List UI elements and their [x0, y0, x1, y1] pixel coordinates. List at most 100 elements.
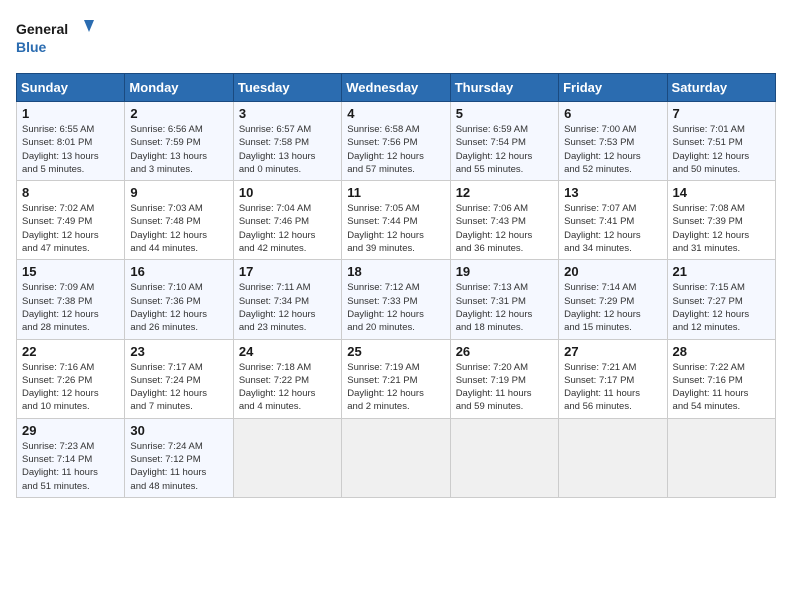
- day-info: Sunrise: 7:08 AM Sunset: 7:39 PM Dayligh…: [673, 202, 770, 255]
- day-info: Sunrise: 7:03 AM Sunset: 7:48 PM Dayligh…: [130, 202, 227, 255]
- day-number: 25: [347, 344, 444, 359]
- day-number: 9: [130, 185, 227, 200]
- day-number: 21: [673, 264, 770, 279]
- day-info: Sunrise: 7:20 AM Sunset: 7:19 PM Dayligh…: [456, 361, 553, 414]
- day-number: 16: [130, 264, 227, 279]
- day-info: Sunrise: 7:02 AM Sunset: 7:49 PM Dayligh…: [22, 202, 119, 255]
- calendar-cell: 1 Sunrise: 6:55 AM Sunset: 8:01 PM Daylig…: [17, 102, 125, 181]
- day-number: 14: [673, 185, 770, 200]
- day-number: 5: [456, 106, 553, 121]
- day-number: 6: [564, 106, 661, 121]
- svg-text:Blue: Blue: [16, 39, 47, 55]
- calendar-header-row: SundayMondayTuesdayWednesdayThursdayFrid…: [17, 74, 776, 102]
- calendar-week-row: 22 Sunrise: 7:16 AM Sunset: 7:26 PM Dayli…: [17, 339, 776, 418]
- day-number: 22: [22, 344, 119, 359]
- day-number: 18: [347, 264, 444, 279]
- svg-text:General: General: [16, 21, 68, 37]
- day-info: Sunrise: 7:09 AM Sunset: 7:38 PM Dayligh…: [22, 281, 119, 334]
- day-info: Sunrise: 7:07 AM Sunset: 7:41 PM Dayligh…: [564, 202, 661, 255]
- calendar-cell: 19 Sunrise: 7:13 AM Sunset: 7:31 PM Dayli…: [450, 260, 558, 339]
- calendar-cell: 14 Sunrise: 7:08 AM Sunset: 7:39 PM Dayli…: [667, 181, 775, 260]
- calendar-cell: 18Sunrise: 7:12 AM Sunset: 7:33 PM Dayli…: [342, 260, 450, 339]
- day-number: 10: [239, 185, 336, 200]
- day-number: 1: [22, 106, 119, 121]
- day-info: Sunrise: 6:58 AM Sunset: 7:56 PM Dayligh…: [347, 123, 444, 176]
- calendar-cell: 17 Sunrise: 7:11 AM Sunset: 7:34 PM Dayli…: [233, 260, 341, 339]
- day-info: Sunrise: 7:18 AM Sunset: 7:22 PM Dayligh…: [239, 361, 336, 414]
- day-info: Sunrise: 7:11 AM Sunset: 7:34 PM Dayligh…: [239, 281, 336, 334]
- calendar-cell: 8 Sunrise: 7:02 AM Sunset: 7:49 PM Daylig…: [17, 181, 125, 260]
- logo: General Blue: [16, 16, 96, 61]
- calendar-week-row: 29 Sunrise: 7:23 AM Sunset: 7:14 PM Dayli…: [17, 418, 776, 497]
- calendar-cell: 15 Sunrise: 7:09 AM Sunset: 7:38 PM Dayli…: [17, 260, 125, 339]
- calendar-cell: 23 Sunrise: 7:17 AM Sunset: 7:24 PM Dayli…: [125, 339, 233, 418]
- day-number: 26: [456, 344, 553, 359]
- day-number: 15: [22, 264, 119, 279]
- calendar-cell: [233, 418, 341, 497]
- calendar-cell: 22 Sunrise: 7:16 AM Sunset: 7:26 PM Dayli…: [17, 339, 125, 418]
- day-info: Sunrise: 7:24 AM Sunset: 7:12 PM Dayligh…: [130, 440, 227, 493]
- column-header-sunday: Sunday: [17, 74, 125, 102]
- calendar-cell: 27Sunrise: 7:21 AM Sunset: 7:17 PM Dayli…: [559, 339, 667, 418]
- day-number: 28: [673, 344, 770, 359]
- day-number: 23: [130, 344, 227, 359]
- day-info: Sunrise: 7:17 AM Sunset: 7:24 PM Dayligh…: [130, 361, 227, 414]
- column-header-wednesday: Wednesday: [342, 74, 450, 102]
- day-number: 29: [22, 423, 119, 438]
- day-info: Sunrise: 6:59 AM Sunset: 7:54 PM Dayligh…: [456, 123, 553, 176]
- calendar-week-row: 1 Sunrise: 6:55 AM Sunset: 8:01 PM Daylig…: [17, 102, 776, 181]
- page-header: General Blue: [16, 16, 776, 61]
- day-info: Sunrise: 7:22 AM Sunset: 7:16 PM Dayligh…: [673, 361, 770, 414]
- calendar-table: SundayMondayTuesdayWednesdayThursdayFrid…: [16, 73, 776, 498]
- calendar-cell: 30 Sunrise: 7:24 AM Sunset: 7:12 PM Dayli…: [125, 418, 233, 497]
- day-info: Sunrise: 7:04 AM Sunset: 7:46 PM Dayligh…: [239, 202, 336, 255]
- calendar-cell: 10 Sunrise: 7:04 AM Sunset: 7:46 PM Dayli…: [233, 181, 341, 260]
- day-number: 30: [130, 423, 227, 438]
- calendar-cell: 25 Sunrise: 7:19 AM Sunset: 7:21 PM Dayli…: [342, 339, 450, 418]
- day-number: 3: [239, 106, 336, 121]
- day-info: Sunrise: 7:10 AM Sunset: 7:36 PM Dayligh…: [130, 281, 227, 334]
- day-number: 12: [456, 185, 553, 200]
- day-number: 8: [22, 185, 119, 200]
- calendar-cell: [559, 418, 667, 497]
- column-header-friday: Friday: [559, 74, 667, 102]
- day-info: Sunrise: 7:05 AM Sunset: 7:44 PM Dayligh…: [347, 202, 444, 255]
- day-info: Sunrise: 7:01 AM Sunset: 7:51 PM Dayligh…: [673, 123, 770, 176]
- calendar-cell: 26 Sunrise: 7:20 AM Sunset: 7:19 PM Dayli…: [450, 339, 558, 418]
- column-header-monday: Monday: [125, 74, 233, 102]
- calendar-cell: 13 Sunrise: 7:07 AM Sunset: 7:41 PM Dayli…: [559, 181, 667, 260]
- day-info: Sunrise: 7:06 AM Sunset: 7:43 PM Dayligh…: [456, 202, 553, 255]
- column-header-tuesday: Tuesday: [233, 74, 341, 102]
- day-info: Sunrise: 7:13 AM Sunset: 7:31 PM Dayligh…: [456, 281, 553, 334]
- calendar-cell: 29 Sunrise: 7:23 AM Sunset: 7:14 PM Dayli…: [17, 418, 125, 497]
- calendar-cell: 6 Sunrise: 7:00 AM Sunset: 7:53 PM Daylig…: [559, 102, 667, 181]
- day-info: Sunrise: 7:00 AM Sunset: 7:53 PM Dayligh…: [564, 123, 661, 176]
- day-number: 17: [239, 264, 336, 279]
- calendar-cell: 5 Sunrise: 6:59 AM Sunset: 7:54 PM Daylig…: [450, 102, 558, 181]
- day-number: 27: [564, 344, 661, 359]
- calendar-cell: [450, 418, 558, 497]
- day-info: Sunrise: 6:55 AM Sunset: 8:01 PM Dayligh…: [22, 123, 119, 176]
- day-info: Sunrise: 7:16 AM Sunset: 7:26 PM Dayligh…: [22, 361, 119, 414]
- day-number: 11: [347, 185, 444, 200]
- calendar-cell: [342, 418, 450, 497]
- day-info: Sunrise: 7:19 AM Sunset: 7:21 PM Dayligh…: [347, 361, 444, 414]
- calendar-cell: [667, 418, 775, 497]
- day-number: 2: [130, 106, 227, 121]
- day-number: 13: [564, 185, 661, 200]
- day-info: Sunrise: 7:15 AM Sunset: 7:27 PM Dayligh…: [673, 281, 770, 334]
- calendar-week-row: 15 Sunrise: 7:09 AM Sunset: 7:38 PM Dayli…: [17, 260, 776, 339]
- calendar-cell: 11 Sunrise: 7:05 AM Sunset: 7:44 PM Dayli…: [342, 181, 450, 260]
- calendar-cell: 9 Sunrise: 7:03 AM Sunset: 7:48 PM Daylig…: [125, 181, 233, 260]
- column-header-saturday: Saturday: [667, 74, 775, 102]
- column-header-thursday: Thursday: [450, 74, 558, 102]
- calendar-week-row: 8 Sunrise: 7:02 AM Sunset: 7:49 PM Daylig…: [17, 181, 776, 260]
- day-number: 4: [347, 106, 444, 121]
- day-number: 24: [239, 344, 336, 359]
- calendar-cell: 2Sunrise: 6:56 AM Sunset: 7:59 PM Daylig…: [125, 102, 233, 181]
- calendar-cell: 24 Sunrise: 7:18 AM Sunset: 7:22 PM Dayli…: [233, 339, 341, 418]
- day-number: 7: [673, 106, 770, 121]
- day-info: Sunrise: 7:23 AM Sunset: 7:14 PM Dayligh…: [22, 440, 119, 493]
- logo-svg: General Blue: [16, 16, 96, 61]
- day-number: 19: [456, 264, 553, 279]
